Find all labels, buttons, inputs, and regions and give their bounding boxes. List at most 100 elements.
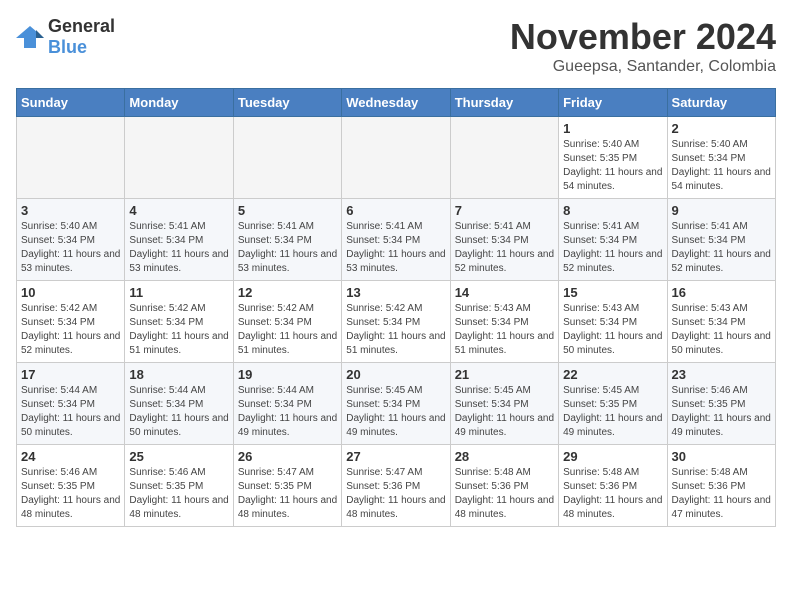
day-number: 19 <box>238 367 337 382</box>
calendar-week-row: 24 Sunrise: 5:46 AM Sunset: 5:35 PM Dayli… <box>17 445 776 527</box>
logo-icon <box>16 26 44 48</box>
day-number: 9 <box>672 203 771 218</box>
calendar-cell: 21 Sunrise: 5:45 AM Sunset: 5:34 PM Dayli… <box>450 363 558 445</box>
day-number: 23 <box>672 367 771 382</box>
day-number: 11 <box>129 285 228 300</box>
day-number: 1 <box>563 121 662 136</box>
calendar-cell: 27Sunrise: 5:47 AM Sunset: 5:36 PM Dayli… <box>342 445 450 527</box>
weekday-header: Wednesday <box>342 89 450 117</box>
day-info: Sunrise: 5:48 AM Sunset: 5:36 PM Dayligh… <box>563 466 662 522</box>
day-number: 8 <box>563 203 662 218</box>
day-info: Sunrise: 5:41 AM Sunset: 5:34 PM Dayligh… <box>238 220 337 276</box>
day-info: Sunrise: 5:42 AM Sunset: 5:34 PM Dayligh… <box>238 302 337 358</box>
day-info: Sunrise: 5:42 AM Sunset: 5:34 PM Dayligh… <box>346 302 445 358</box>
day-info: Sunrise: 5:43 AM Sunset: 5:34 PM Dayligh… <box>563 302 662 358</box>
day-info: Sunrise: 5:46 AM Sunset: 5:35 PM Dayligh… <box>129 466 228 522</box>
day-info: Sunrise: 5:46 AM Sunset: 5:35 PM Dayligh… <box>672 384 771 440</box>
day-number: 15 <box>563 285 662 300</box>
weekday-header: Tuesday <box>233 89 341 117</box>
calendar-cell: 28 Sunrise: 5:48 AM Sunset: 5:36 PM Dayli… <box>450 445 558 527</box>
calendar-cell: 2 Sunrise: 5:40 AM Sunset: 5:34 PM Daylig… <box>667 117 775 199</box>
day-info: Sunrise: 5:45 AM Sunset: 5:34 PM Dayligh… <box>346 384 445 440</box>
day-info: Sunrise: 5:44 AM Sunset: 5:34 PM Dayligh… <box>238 384 337 440</box>
day-number: 13 <box>346 285 445 300</box>
title-section: November 2024 Gueepsa, Santander, Colomb… <box>510 16 776 76</box>
calendar-cell: 13 Sunrise: 5:42 AM Sunset: 5:34 PM Dayli… <box>342 281 450 363</box>
location: Gueepsa, Santander, Colombia <box>510 58 776 76</box>
day-number: 7 <box>455 203 554 218</box>
day-number: 4 <box>129 203 228 218</box>
day-info: Sunrise: 5:43 AM Sunset: 5:34 PM Dayligh… <box>672 302 771 358</box>
calendar-week-row: 10 Sunrise: 5:42 AM Sunset: 5:34 PM Dayli… <box>17 281 776 363</box>
calendar-cell <box>450 117 558 199</box>
day-number: 27 <box>346 449 445 464</box>
weekday-header: Saturday <box>667 89 775 117</box>
day-number: 16 <box>672 285 771 300</box>
weekday-header-row: SundayMondayTuesdayWednesdayThursdayFrid… <box>17 89 776 117</box>
day-info: Sunrise: 5:47 AM Sunset: 5:35 PM Dayligh… <box>238 466 337 522</box>
day-number: 25 <box>129 449 228 464</box>
weekday-header: Friday <box>559 89 667 117</box>
calendar-cell: 12 Sunrise: 5:42 AM Sunset: 5:34 PM Dayli… <box>233 281 341 363</box>
day-info: Sunrise: 5:48 AM Sunset: 5:36 PM Dayligh… <box>455 466 554 522</box>
logo-blue: Blue <box>48 37 87 57</box>
calendar-cell: 1Sunrise: 5:40 AM Sunset: 5:35 PM Daylig… <box>559 117 667 199</box>
day-info: Sunrise: 5:46 AM Sunset: 5:35 PM Dayligh… <box>21 466 120 522</box>
day-info: Sunrise: 5:48 AM Sunset: 5:36 PM Dayligh… <box>672 466 771 522</box>
calendar-cell: 6Sunrise: 5:41 AM Sunset: 5:34 PM Daylig… <box>342 199 450 281</box>
day-info: Sunrise: 5:45 AM Sunset: 5:34 PM Dayligh… <box>455 384 554 440</box>
calendar-cell: 9 Sunrise: 5:41 AM Sunset: 5:34 PM Daylig… <box>667 199 775 281</box>
day-number: 24 <box>21 449 120 464</box>
day-number: 3 <box>21 203 120 218</box>
calendar-cell: 11 Sunrise: 5:42 AM Sunset: 5:34 PM Dayli… <box>125 281 233 363</box>
logo-general: General <box>48 16 115 36</box>
calendar-cell: 15 Sunrise: 5:43 AM Sunset: 5:34 PM Dayli… <box>559 281 667 363</box>
calendar-cell <box>233 117 341 199</box>
calendar-cell: 4 Sunrise: 5:41 AM Sunset: 5:34 PM Daylig… <box>125 199 233 281</box>
month-title: November 2024 <box>510 16 776 58</box>
calendar-week-row: 1Sunrise: 5:40 AM Sunset: 5:35 PM Daylig… <box>17 117 776 199</box>
day-number: 26 <box>238 449 337 464</box>
calendar-cell: 16 Sunrise: 5:43 AM Sunset: 5:34 PM Dayli… <box>667 281 775 363</box>
day-number: 12 <box>238 285 337 300</box>
day-info: Sunrise: 5:41 AM Sunset: 5:34 PM Dayligh… <box>455 220 554 276</box>
weekday-header: Monday <box>125 89 233 117</box>
day-number: 18 <box>129 367 228 382</box>
calendar-week-row: 3 Sunrise: 5:40 AM Sunset: 5:34 PM Daylig… <box>17 199 776 281</box>
day-info: Sunrise: 5:44 AM Sunset: 5:34 PM Dayligh… <box>21 384 120 440</box>
page-header: General Blue November 2024 Gueepsa, Sant… <box>16 16 776 76</box>
day-info: Sunrise: 5:40 AM Sunset: 5:34 PM Dayligh… <box>672 138 771 194</box>
day-number: 30 <box>672 449 771 464</box>
calendar-cell: 19 Sunrise: 5:44 AM Sunset: 5:34 PM Dayli… <box>233 363 341 445</box>
day-number: 17 <box>21 367 120 382</box>
day-info: Sunrise: 5:41 AM Sunset: 5:34 PM Dayligh… <box>672 220 771 276</box>
calendar-cell <box>342 117 450 199</box>
day-info: Sunrise: 5:40 AM Sunset: 5:34 PM Dayligh… <box>21 220 120 276</box>
calendar-cell: 5Sunrise: 5:41 AM Sunset: 5:34 PM Daylig… <box>233 199 341 281</box>
day-number: 14 <box>455 285 554 300</box>
calendar-cell: 24 Sunrise: 5:46 AM Sunset: 5:35 PM Dayli… <box>17 445 125 527</box>
weekday-header: Sunday <box>17 89 125 117</box>
calendar-cell: 14Sunrise: 5:43 AM Sunset: 5:34 PM Dayli… <box>450 281 558 363</box>
calendar-cell: 7 Sunrise: 5:41 AM Sunset: 5:34 PM Daylig… <box>450 199 558 281</box>
day-number: 2 <box>672 121 771 136</box>
day-number: 29 <box>563 449 662 464</box>
day-info: Sunrise: 5:41 AM Sunset: 5:34 PM Dayligh… <box>346 220 445 276</box>
weekday-header: Thursday <box>450 89 558 117</box>
day-info: Sunrise: 5:42 AM Sunset: 5:34 PM Dayligh… <box>21 302 120 358</box>
day-number: 20 <box>346 367 445 382</box>
day-number: 21 <box>455 367 554 382</box>
day-number: 10 <box>21 285 120 300</box>
day-info: Sunrise: 5:45 AM Sunset: 5:35 PM Dayligh… <box>563 384 662 440</box>
day-info: Sunrise: 5:42 AM Sunset: 5:34 PM Dayligh… <box>129 302 228 358</box>
calendar-cell: 18 Sunrise: 5:44 AM Sunset: 5:34 PM Dayli… <box>125 363 233 445</box>
calendar-cell: 3 Sunrise: 5:40 AM Sunset: 5:34 PM Daylig… <box>17 199 125 281</box>
logo: General Blue <box>16 16 115 58</box>
calendar-cell: 29 Sunrise: 5:48 AM Sunset: 5:36 PM Dayli… <box>559 445 667 527</box>
calendar-cell <box>17 117 125 199</box>
day-number: 28 <box>455 449 554 464</box>
calendar-cell: 10 Sunrise: 5:42 AM Sunset: 5:34 PM Dayli… <box>17 281 125 363</box>
day-info: Sunrise: 5:41 AM Sunset: 5:34 PM Dayligh… <box>129 220 228 276</box>
day-info: Sunrise: 5:44 AM Sunset: 5:34 PM Dayligh… <box>129 384 228 440</box>
calendar-cell: 17 Sunrise: 5:44 AM Sunset: 5:34 PM Dayli… <box>17 363 125 445</box>
